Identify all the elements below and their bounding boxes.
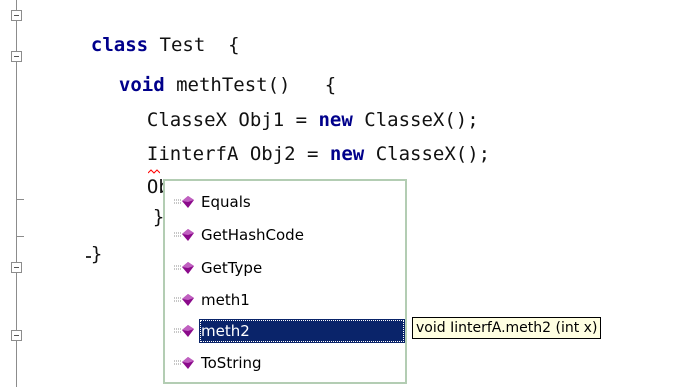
collapse-toggle-class[interactable] bbox=[11, 10, 22, 21]
method-icon bbox=[174, 325, 194, 337]
completion-item-gethashcode[interactable]: GetHashCode bbox=[169, 223, 405, 247]
error-squiggle bbox=[148, 169, 160, 174]
keyword: new bbox=[329, 143, 365, 165]
completion-item-label: GetHashCode bbox=[201, 226, 304, 244]
completion-item-meth1[interactable]: meth1 bbox=[169, 288, 405, 312]
code-line-brace[interactable]: } bbox=[68, 218, 102, 266]
code-line-brace[interactable]: } bbox=[130, 181, 164, 229]
intellisense-list[interactable]: Equals GetHashCode GetType meth1 meth2 T… bbox=[163, 179, 407, 384]
code-text: } bbox=[90, 243, 103, 265]
completion-item-tostring[interactable]: ToString bbox=[169, 351, 405, 375]
method-icon bbox=[174, 196, 194, 208]
method-icon bbox=[174, 229, 194, 241]
fold-end-marker bbox=[16, 199, 24, 200]
completion-item-label: ToString bbox=[201, 354, 262, 372]
completion-item-equals[interactable]: Equals bbox=[169, 190, 405, 214]
method-icon bbox=[174, 357, 194, 369]
collapse-toggle[interactable] bbox=[11, 330, 22, 341]
completion-item-gettype[interactable]: GetType bbox=[169, 256, 405, 280]
completion-item-label: meth2 bbox=[199, 319, 405, 343]
text-cursor-mark bbox=[86, 256, 91, 258]
collapse-toggle-method[interactable] bbox=[11, 51, 22, 62]
collapse-toggle[interactable] bbox=[11, 262, 22, 273]
completion-item-label: meth1 bbox=[201, 291, 250, 309]
completion-item-meth2[interactable]: meth2 bbox=[169, 319, 405, 343]
code-text: ClasseX(); bbox=[364, 143, 491, 165]
signature-tooltip: void IinterfA.meth2 (int x) bbox=[412, 317, 602, 339]
method-icon bbox=[174, 294, 194, 306]
method-icon bbox=[174, 262, 194, 274]
fold-end-marker bbox=[16, 236, 24, 237]
completion-item-label: Equals bbox=[201, 193, 251, 211]
completion-item-label: GetType bbox=[201, 259, 263, 277]
